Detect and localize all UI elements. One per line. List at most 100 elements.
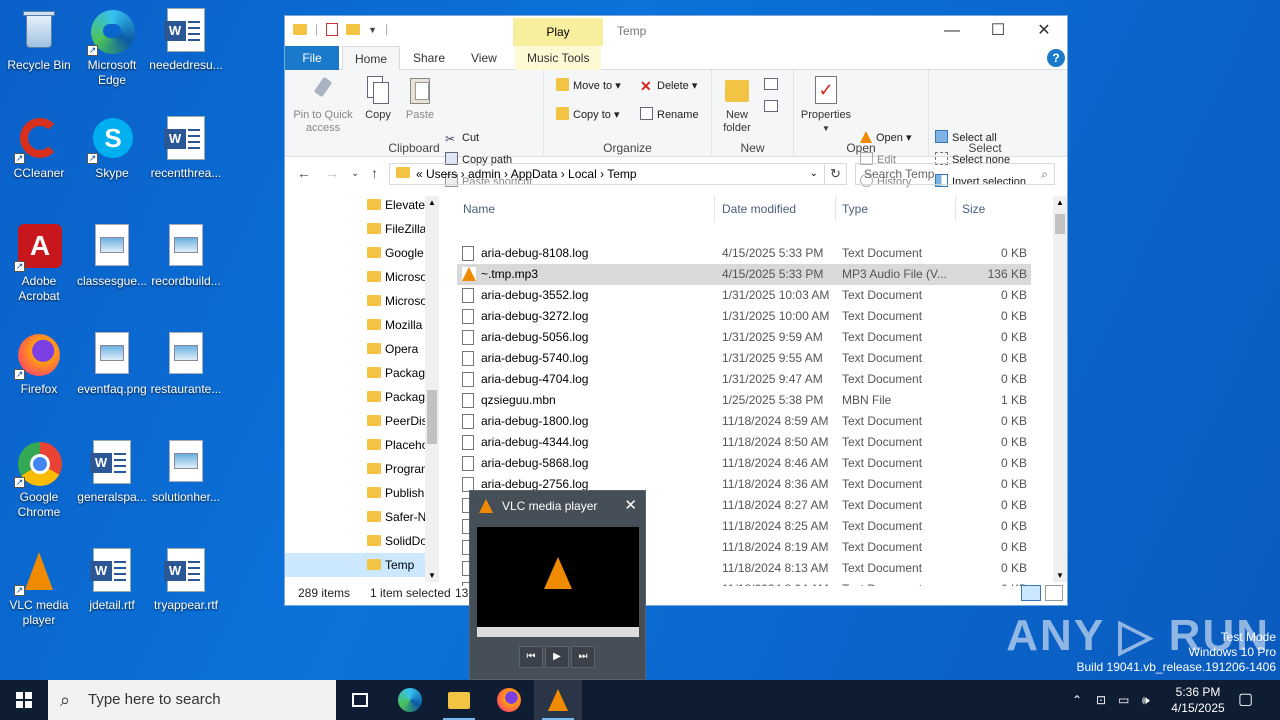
- list-scrollbar[interactable]: ▲ ▼: [1053, 196, 1067, 582]
- desktop-icon-skype[interactable]: S ↗ Skype: [73, 116, 151, 181]
- desktop-icon-generalspa[interactable]: W generalspa...: [73, 440, 151, 505]
- tab-view[interactable]: View: [459, 46, 509, 70]
- file-explorer-taskbar-icon[interactable]: [435, 680, 483, 720]
- search-input[interactable]: Search Temp ⌕: [855, 163, 1055, 185]
- tab-file[interactable]: File: [285, 46, 339, 70]
- desktop-icon-classesgue[interactable]: classesgue...: [73, 224, 151, 289]
- next-track-button[interactable]: ⏭: [571, 646, 595, 668]
- nav-item-folder[interactable]: Temp: [285, 553, 425, 577]
- file-row[interactable]: aria-debug-3272.log 1/31/2025 10:00 AM Tex…: [457, 306, 1031, 327]
- file-row[interactable]: aria-debug-4344.log 11/18/2024 8:50 AM Tex…: [457, 432, 1031, 453]
- desktop-icon-eventfaq[interactable]: eventfaq.png: [73, 332, 151, 397]
- file-row[interactable]: aria-debug-5740.log 1/31/2025 9:55 AM Text…: [457, 348, 1031, 369]
- move-to-button[interactable]: Move to ▾: [556, 77, 621, 95]
- tab-home[interactable]: Home: [342, 46, 401, 71]
- desktop-icon-vlc[interactable]: ↗ VLC media player: [0, 548, 78, 628]
- nav-item-folder[interactable]: Progran: [285, 457, 425, 481]
- copy-to-button[interactable]: Copy to ▾: [556, 106, 620, 124]
- new-item-icon[interactable]: [764, 78, 778, 90]
- nav-item-folder[interactable]: Safer-N: [285, 505, 425, 529]
- new-folder-button[interactable]: New folder: [716, 76, 758, 135]
- nav-item-folder[interactable]: Google: [285, 241, 425, 265]
- qat-dropdown-icon[interactable]: ▼: [368, 25, 377, 39]
- network-icon[interactable]: ▭: [1118, 680, 1129, 720]
- desktop-icon-firefox[interactable]: ↗ Firefox: [0, 332, 78, 397]
- back-arrow-icon[interactable]: ←: [297, 165, 311, 181]
- nav-item-folder[interactable]: PeerDis: [285, 409, 425, 433]
- nav-item-folder[interactable]: Placeho: [285, 433, 425, 457]
- nav-item-folder[interactable]: Elevate: [285, 193, 425, 217]
- properties-qat-icon[interactable]: [326, 23, 339, 36]
- desktop-icon-neededresu[interactable]: W neededresu...: [147, 8, 225, 73]
- maximize-button[interactable]: ☐: [975, 16, 1021, 46]
- minimize-button[interactable]: —: [929, 16, 975, 46]
- play-button[interactable]: ▶: [545, 646, 569, 668]
- column-date-modified[interactable]: Date modified: [716, 196, 836, 222]
- previous-track-button[interactable]: ⏮: [519, 646, 543, 668]
- close-button[interactable]: ✕: [1021, 16, 1067, 46]
- nav-scrollbar[interactable]: ▲ ▼: [425, 196, 439, 582]
- desktop-icon-restaurante[interactable]: restaurante...: [147, 332, 225, 397]
- taskbar-search-box[interactable]: ⌕ Type here to search: [48, 680, 336, 720]
- firefox-taskbar-icon[interactable]: [485, 680, 533, 720]
- tab-music-tools[interactable]: Music Tools: [515, 46, 602, 70]
- desktop-icon-google-chrome[interactable]: ↗ Google Chrome: [0, 440, 78, 520]
- vlc-thumbnail-window[interactable]: VLC media player ✕ ⏮ ▶ ⏭: [469, 490, 646, 680]
- nav-scroll-thumb[interactable]: [427, 390, 437, 444]
- play-context-tab[interactable]: Play: [513, 18, 603, 46]
- nav-item-folder[interactable]: Packag: [285, 361, 425, 385]
- recent-locations-icon[interactable]: ⌄: [351, 168, 359, 179]
- paste-button[interactable]: Paste: [401, 76, 439, 122]
- scroll-up-icon[interactable]: ▲: [1056, 198, 1064, 207]
- details-view-icon[interactable]: [1021, 585, 1041, 601]
- file-row[interactable]: aria-debug-4704.log 1/31/2025 9:47 AM Text…: [457, 369, 1031, 390]
- properties-button[interactable]: ✓ Properties ▼: [798, 76, 854, 135]
- address-bar[interactable]: « Users › admin › AppData › Local › Temp…: [389, 163, 825, 185]
- file-row[interactable]: aria-debug-1800.log 11/18/2024 8:59 AM Tex…: [457, 411, 1031, 432]
- network-adapter-icon[interactable]: ⊡: [1096, 680, 1106, 720]
- up-arrow-icon[interactable]: ↑: [371, 165, 378, 181]
- desktop-icon-solutionher[interactable]: solutionher...: [147, 440, 225, 505]
- desktop-icon-recentthrea[interactable]: W recentthrea...: [147, 116, 225, 181]
- desktop-icon-jdetail[interactable]: W jdetail.rtf: [73, 548, 151, 613]
- forward-arrow-icon[interactable]: →: [325, 165, 339, 181]
- file-row[interactable]: aria-debug-5056.log 1/31/2025 9:59 AM Text…: [457, 327, 1031, 348]
- desktop-icon-tryappear[interactable]: W tryappear.rtf: [147, 548, 225, 613]
- delete-button[interactable]: ✕ Delete ▾: [640, 77, 697, 95]
- notifications-icon[interactable]: ▢: [1238, 680, 1253, 720]
- vlc-close-icon[interactable]: ✕: [624, 491, 637, 521]
- rename-button[interactable]: Rename: [640, 106, 699, 124]
- desktop-icon-recordbuild[interactable]: recordbuild...: [147, 224, 225, 289]
- nav-item-folder[interactable]: Microso: [285, 289, 425, 313]
- nav-item-folder[interactable]: Packag: [285, 385, 425, 409]
- help-icon[interactable]: ?: [1047, 49, 1065, 67]
- copy-button[interactable]: Copy: [361, 76, 395, 122]
- task-view-icon[interactable]: [336, 680, 384, 720]
- file-row[interactable]: ~.tmp.mp3 4/15/2025 5:33 PM MP3 Audio File…: [457, 264, 1031, 285]
- nav-item-folder[interactable]: Publish: [285, 481, 425, 505]
- nav-item-folder[interactable]: FileZilla: [285, 217, 425, 241]
- nav-item-folder[interactable]: SolidDo: [285, 529, 425, 553]
- edge-taskbar-icon[interactable]: [386, 680, 434, 720]
- desktop-icon-ccleaner[interactable]: ↗ CCleaner: [0, 116, 78, 181]
- file-row[interactable]: aria-debug-8108.log 4/15/2025 5:33 PM Text…: [457, 243, 1031, 264]
- new-folder-qat-icon[interactable]: [346, 24, 361, 35]
- tab-share[interactable]: Share: [401, 46, 457, 70]
- volume-icon[interactable]: 🕪: [1142, 680, 1150, 720]
- vlc-taskbar-icon[interactable]: [534, 680, 582, 720]
- taskbar-clock[interactable]: 5:36 PM 4/15/2025: [1160, 684, 1236, 716]
- scroll-down-icon[interactable]: ▼: [428, 571, 436, 580]
- scroll-down-icon[interactable]: ▼: [1056, 571, 1064, 580]
- desktop-icon-adobe-acrobat[interactable]: A ↗ Adobe Acrobat: [0, 224, 78, 304]
- start-button[interactable]: [0, 680, 48, 720]
- large-icons-view-icon[interactable]: [1045, 585, 1063, 601]
- nav-item-folder[interactable]: Mozilla: [285, 313, 425, 337]
- refresh-icon[interactable]: ↻: [825, 163, 847, 185]
- show-hidden-icons[interactable]: ⌃: [1072, 680, 1082, 720]
- nav-item-folder[interactable]: Microso: [285, 265, 425, 289]
- address-dropdown-icon[interactable]: ⌄: [810, 164, 818, 184]
- column-size[interactable]: Size: [956, 196, 1034, 222]
- pin-quick-access-button[interactable]: Pin to Quick access: [289, 76, 357, 135]
- nav-item-folder[interactable]: Opera: [285, 337, 425, 361]
- scroll-up-icon[interactable]: ▲: [428, 198, 436, 207]
